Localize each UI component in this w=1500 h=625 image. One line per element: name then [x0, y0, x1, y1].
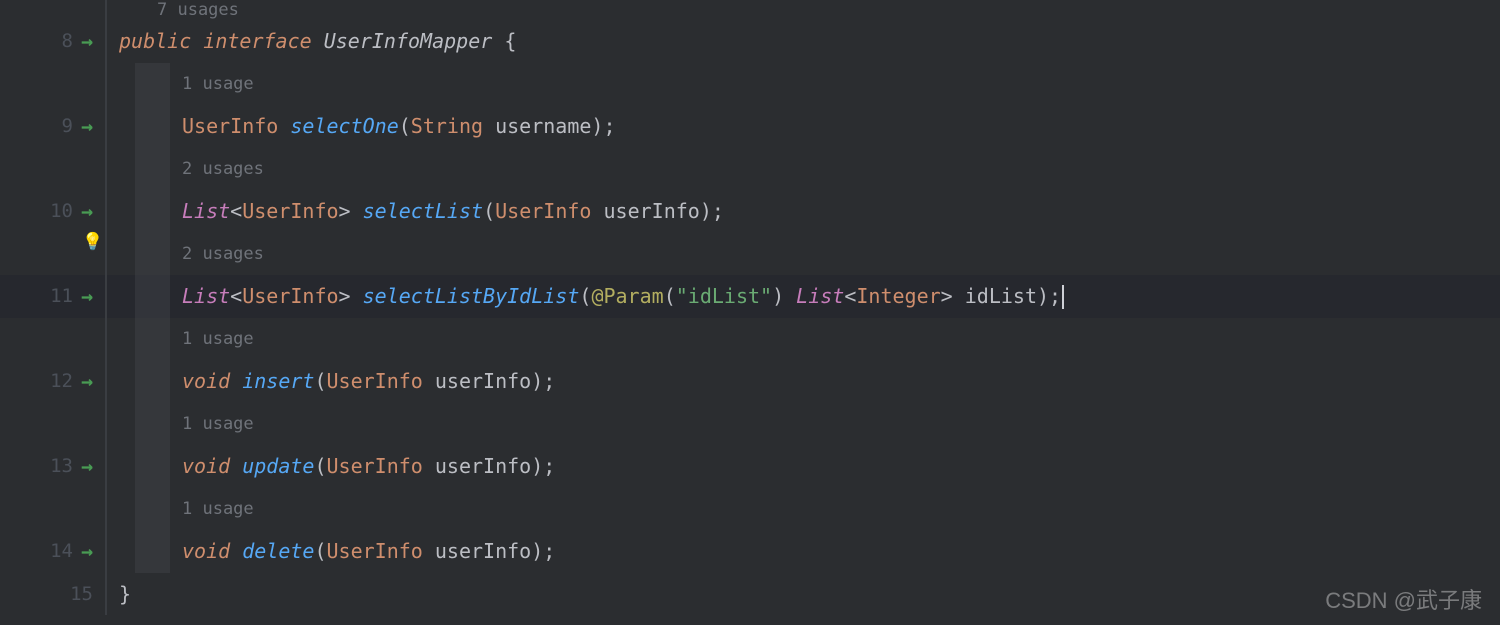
code-line[interactable]: void insert(UserInfo userInfo); — [170, 369, 555, 393]
fold-region — [135, 148, 170, 191]
gutter[interactable]: 15 — [0, 573, 105, 616]
code-row: 9 → UserInfo selectOne(String username); — [0, 105, 1500, 148]
code-row-active: 11 → List<UserInfo> selectListByIdList(@… — [0, 275, 1500, 318]
code-line[interactable]: void update(UserInfo userInfo); — [170, 454, 555, 478]
usage-hint[interactable]: 7 usages — [107, 0, 239, 20]
code-editor[interactable]: 7 usages 8 → public interface UserInfoMa… — [0, 0, 1500, 625]
fold-region — [135, 360, 170, 403]
run-arrow-icon[interactable]: → — [81, 454, 93, 478]
gutter — [0, 318, 105, 361]
line-number: 14 — [50, 540, 73, 562]
fold-region — [135, 105, 170, 148]
gutter[interactable]: 14 → — [0, 530, 105, 573]
fold-region — [135, 403, 170, 446]
code-row: 2 usages — [0, 233, 1500, 276]
gutter — [0, 488, 105, 531]
usage-hint[interactable]: 1 usage — [170, 329, 254, 349]
code-line[interactable]: List<UserInfo> selectList(UserInfo userI… — [170, 199, 724, 223]
gutter[interactable]: 13 → — [0, 445, 105, 488]
code-row: 7 usages — [0, 0, 1500, 20]
line-number: 15 — [70, 583, 93, 605]
fold-region — [135, 530, 170, 573]
code-row: 14 → void delete(UserInfo userInfo); — [0, 530, 1500, 573]
gutter — [0, 403, 105, 446]
usage-hint[interactable]: 1 usage — [170, 414, 254, 434]
fold-region — [135, 318, 170, 361]
line-number: 9 — [62, 115, 73, 137]
line-number: 10 — [50, 200, 73, 222]
usage-hint[interactable]: 1 usage — [170, 499, 254, 519]
code-row: 12 → void insert(UserInfo userInfo); — [0, 360, 1500, 403]
fold-region — [135, 445, 170, 488]
code-row: 8 → public interface UserInfoMapper { — [0, 20, 1500, 63]
code-line[interactable]: } — [107, 582, 131, 606]
line-number: 12 — [50, 370, 73, 392]
code-line[interactable]: UserInfo selectOne(String username); — [170, 114, 616, 138]
usage-hint[interactable]: 2 usages — [170, 244, 264, 264]
code-row: 13 → void update(UserInfo userInfo); — [0, 445, 1500, 488]
gutter — [0, 63, 105, 106]
gutter[interactable]: 11 → — [0, 275, 105, 318]
gutter[interactable]: 12 → — [0, 360, 105, 403]
code-row: 1 usage — [0, 318, 1500, 361]
gutter — [0, 0, 105, 20]
gutter[interactable]: 10 → — [0, 190, 105, 233]
run-arrow-icon[interactable]: → — [81, 199, 93, 223]
intention-bulb-icon[interactable]: 💡 — [82, 232, 103, 252]
text-caret — [1062, 285, 1064, 309]
code-row: 2 usages — [0, 148, 1500, 191]
code-row: 15 } — [0, 573, 1500, 616]
code-row: 1 usage — [0, 63, 1500, 106]
fold-region — [135, 275, 170, 318]
code-row: 10 → List<UserInfo> selectList(UserInfo … — [0, 190, 1500, 233]
gutter[interactable]: 9 → — [0, 105, 105, 148]
run-arrow-icon[interactable]: → — [81, 369, 93, 393]
usage-hint[interactable]: 2 usages — [170, 159, 264, 179]
fold-region — [135, 233, 170, 276]
run-arrow-icon[interactable]: → — [81, 539, 93, 563]
code-line[interactable]: void delete(UserInfo userInfo); — [170, 539, 555, 563]
fold-region — [135, 488, 170, 531]
code-row: 1 usage — [0, 488, 1500, 531]
run-arrow-icon[interactable]: → — [81, 29, 93, 53]
code-line[interactable]: List<UserInfo> selectListByIdList(@Param… — [170, 284, 1064, 310]
usage-hint[interactable]: 1 usage — [170, 74, 254, 94]
line-number: 11 — [50, 285, 73, 307]
fold-region — [135, 63, 170, 106]
code-line[interactable]: public interface UserInfoMapper { — [107, 29, 516, 53]
gutter — [0, 148, 105, 191]
watermark: CSDN @武子康 — [1325, 583, 1482, 615]
fold-region — [135, 190, 170, 233]
gutter[interactable]: 8 → — [0, 20, 105, 63]
line-number: 8 — [62, 30, 73, 52]
run-arrow-icon[interactable]: → — [81, 284, 93, 308]
code-row: 1 usage — [0, 403, 1500, 446]
line-number: 13 — [50, 455, 73, 477]
run-arrow-icon[interactable]: → — [81, 114, 93, 138]
